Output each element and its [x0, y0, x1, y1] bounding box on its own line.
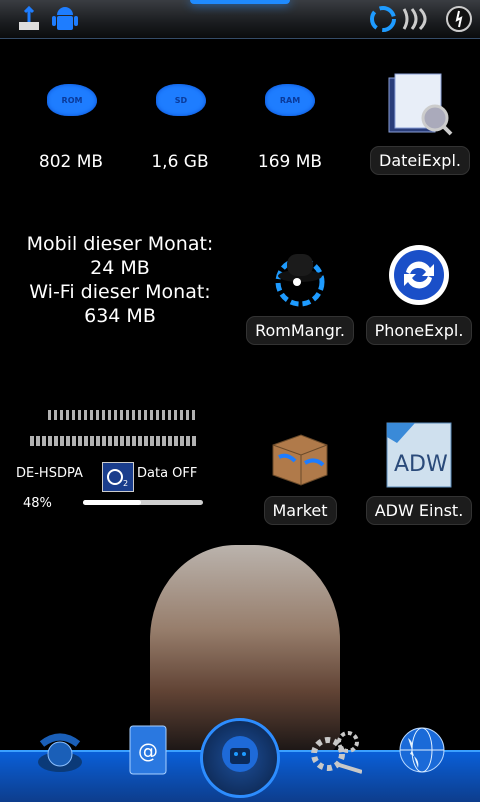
android-icon[interactable]	[50, 4, 80, 34]
battery-bar-fill	[83, 500, 141, 505]
mobile-usage-label: Mobil dieser Monat:	[26, 233, 214, 255]
contacts-icon[interactable]: @	[120, 722, 176, 778]
app-phone-expl[interactable]: PhoneExpl.	[364, 240, 474, 345]
app-datei-expl[interactable]: DateiExpl.	[365, 70, 475, 175]
obscured-text-line	[48, 410, 198, 420]
carrier-logo: 2	[102, 462, 134, 492]
data-status[interactable]: Data OFF	[137, 466, 197, 481]
rom-icon: ROM	[47, 84, 97, 116]
sd-tag: SD	[174, 95, 188, 105]
sd-value: 1,6 GB	[151, 152, 209, 172]
mobile-usage-value: 24 MB	[90, 257, 150, 279]
wifi-usage-label: Wi-Fi dieser Monat:	[29, 281, 211, 303]
rom-tag: ROM	[61, 95, 83, 105]
usb-icon[interactable]	[14, 4, 44, 34]
app-phone-expl-label: PhoneExpl.	[365, 316, 473, 345]
app-market[interactable]: Market	[245, 420, 355, 525]
file-explorer-icon	[385, 70, 455, 140]
adw-settings-icon: ADW	[384, 420, 454, 490]
browser-globe-icon[interactable]	[394, 722, 450, 778]
battery-percent: 48%	[23, 496, 52, 511]
power-icon[interactable]	[444, 4, 474, 34]
ram-tag: RAM	[279, 95, 301, 105]
obscured-text-line	[30, 436, 196, 446]
market-icon	[265, 420, 335, 490]
wifi-usage-value: 634 MB	[84, 305, 156, 327]
app-adw-settings-label: ADW Einst.	[365, 496, 473, 525]
ram-icon: RAM	[265, 84, 315, 116]
app-datei-expl-label: DateiExpl.	[370, 146, 470, 175]
settings-icon[interactable]	[306, 722, 362, 778]
network-type: DE-HSDPA	[16, 466, 83, 481]
rom-manager-icon	[265, 240, 335, 310]
sd-icon: SD	[156, 84, 206, 116]
rom-value: 802 MB	[38, 152, 104, 172]
app-drawer-icon	[212, 726, 268, 782]
phone-icon[interactable]	[32, 722, 88, 778]
ram-value: 169 MB	[257, 152, 323, 172]
sync-icon[interactable]	[368, 4, 398, 34]
status-bar	[0, 0, 480, 39]
app-market-label: Market	[263, 496, 337, 525]
data-usage-widget: Mobil dieser Monat: 24 MB Wi-Fi dieser M…	[20, 232, 220, 328]
signal-icon[interactable]	[400, 4, 430, 34]
battery-bar	[83, 500, 203, 505]
app-rom-manager[interactable]: RomMangr.	[245, 240, 355, 345]
app-adw-settings[interactable]: ADW ADW Einst.	[364, 420, 474, 525]
svg-text:@: @	[138, 739, 158, 763]
status-glow	[190, 0, 290, 4]
app-rom-manager-label: RomMangr.	[246, 316, 354, 345]
phone-explorer-icon	[384, 240, 454, 310]
svg-text:ADW: ADW	[394, 452, 448, 477]
svg-text:2: 2	[123, 479, 128, 488]
